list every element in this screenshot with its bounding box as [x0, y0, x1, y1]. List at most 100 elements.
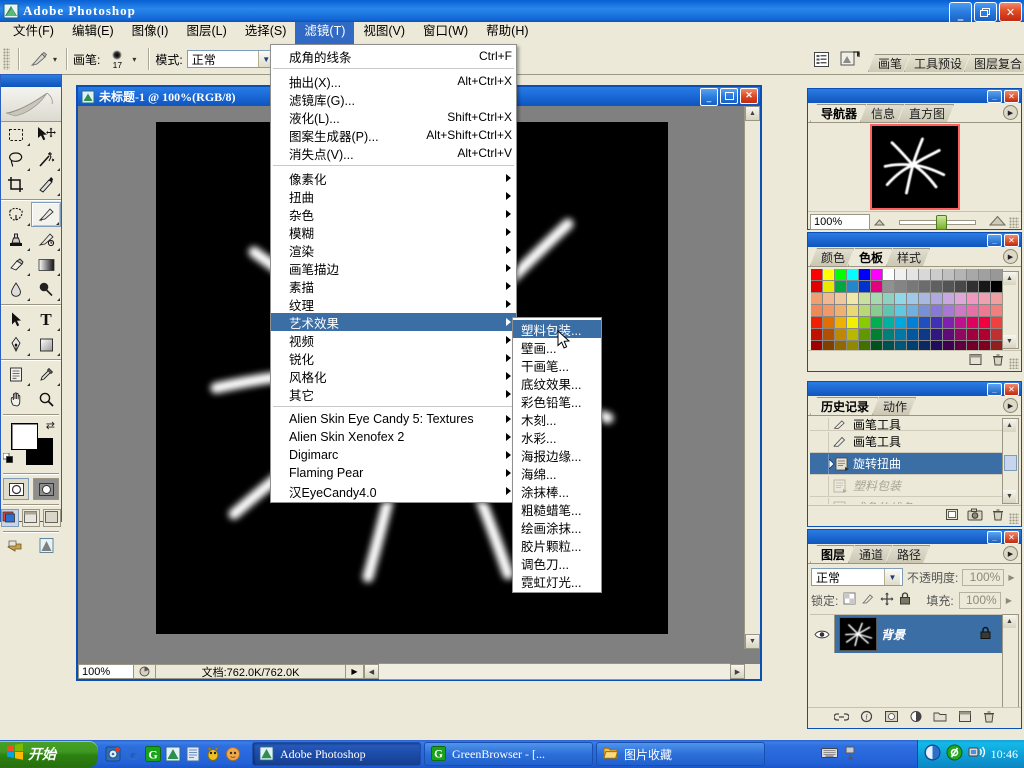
- submenu-item-poster-edges[interactable]: 海报边缘...: [513, 446, 601, 464]
- swatches-palette-menu-button[interactable]: ▶: [1003, 249, 1018, 264]
- menu-image[interactable]: 图像(I): [123, 22, 178, 44]
- navigator-zoom-slider[interactable]: [889, 214, 986, 230]
- menu-item-blur[interactable]: 模糊: [271, 223, 516, 241]
- history-resize-grip[interactable]: [1009, 513, 1019, 524]
- history-snapshot-checkbox[interactable]: [810, 418, 829, 430]
- color-swatch[interactable]: [895, 329, 907, 341]
- swatches-palette-titlebar[interactable]: _ ✕: [808, 233, 1021, 247]
- opacity-input[interactable]: 100%: [962, 568, 1005, 586]
- color-swatch[interactable]: [859, 329, 871, 341]
- color-swatch[interactable]: [859, 305, 871, 317]
- zoom-out-icon[interactable]: [873, 215, 886, 229]
- qq-icon[interactable]: [225, 746, 241, 762]
- toolbox-titlebar[interactable]: [1, 75, 61, 87]
- history-snapshot-checkbox[interactable]: [810, 453, 829, 474]
- slice-tool[interactable]: [31, 172, 61, 197]
- color-swatch[interactable]: [943, 329, 955, 341]
- history-scroll-down-button[interactable]: ▼: [1003, 490, 1016, 503]
- clock-label[interactable]: 10:46: [991, 747, 1018, 762]
- submenu-item-smudge-stick[interactable]: 涂抹棒...: [513, 482, 601, 500]
- quick-mask-mode-button[interactable]: [33, 478, 59, 500]
- color-swatch[interactable]: [847, 317, 859, 329]
- color-swatch[interactable]: [823, 305, 835, 317]
- color-swatch[interactable]: [979, 305, 991, 317]
- color-swatch[interactable]: [919, 317, 931, 329]
- color-swatch[interactable]: [979, 329, 991, 341]
- fill-slider-arrow-icon[interactable]: ▶: [1006, 596, 1012, 605]
- color-swatch[interactable]: [883, 269, 895, 281]
- task-photoshop[interactable]: Adobe Photoshop: [252, 742, 421, 766]
- navigator-close-button[interactable]: ✕: [1004, 89, 1019, 103]
- color-swatch[interactable]: [967, 329, 979, 341]
- pen-tool[interactable]: [1, 332, 31, 357]
- navigator-minimize-button[interactable]: _: [987, 89, 1002, 103]
- color-swatch[interactable]: [859, 317, 871, 329]
- tab-paths[interactable]: 路径: [886, 545, 930, 563]
- navigator-thumbnail[interactable]: [869, 124, 960, 210]
- menu-item-flaming-pear[interactable]: Flaming Pear: [271, 464, 516, 482]
- chevron-down-icon[interactable]: ▼: [884, 569, 900, 585]
- color-swatch[interactable]: [943, 269, 955, 281]
- canvas-vertical-scrollbar[interactable]: ▲ ▼: [744, 106, 760, 649]
- history-snapshot-checkbox[interactable]: [810, 497, 829, 504]
- submenu-item-film-grain[interactable]: 胶片颗粒...: [513, 536, 601, 554]
- submenu-item-sponge[interactable]: 海绵...: [513, 464, 601, 482]
- healing-brush-tool[interactable]: [1, 202, 31, 227]
- current-tool-preset-picker[interactable]: ▾: [25, 48, 60, 70]
- color-swatch[interactable]: [847, 269, 859, 281]
- task-greenbrowser[interactable]: G GreenBrowser - [...: [424, 742, 593, 766]
- layer-row[interactable]: 背景: [810, 615, 1002, 653]
- color-swatch[interactable]: [871, 281, 883, 293]
- tab-color[interactable]: 颜色: [810, 248, 854, 266]
- history-minimize-button[interactable]: _: [987, 382, 1002, 396]
- swatches-scroll-up-button[interactable]: ▲: [1003, 272, 1016, 285]
- layer-style-icon[interactable]: f: [859, 710, 874, 726]
- swap-colors-icon[interactable]: ⇄: [46, 419, 55, 432]
- color-swatch[interactable]: [883, 305, 895, 317]
- color-swatch[interactable]: [871, 305, 883, 317]
- menu-item-video[interactable]: 视频: [271, 331, 516, 349]
- color-swatch[interactable]: [835, 269, 847, 281]
- color-swatch[interactable]: [919, 329, 931, 341]
- path-selection-tool[interactable]: [1, 307, 31, 332]
- new-snapshot-icon[interactable]: [967, 508, 983, 524]
- submenu-item-palette-knife[interactable]: 调色刀...: [513, 554, 601, 572]
- zoom-in-icon[interactable]: [988, 215, 1007, 229]
- color-swatch[interactable]: [835, 317, 847, 329]
- history-item-undone[interactable]: 塑料包装: [810, 475, 1002, 497]
- brush-tool[interactable]: [31, 202, 61, 227]
- color-swatch[interactable]: [811, 281, 823, 293]
- tab-info[interactable]: 信息: [860, 104, 904, 122]
- crop-tool[interactable]: [1, 172, 31, 197]
- gradient-tool[interactable]: [31, 252, 61, 277]
- hand-tool[interactable]: [1, 387, 31, 412]
- layers-palette-titlebar[interactable]: _ ✕: [808, 530, 1021, 544]
- submenu-item-cutout[interactable]: 木刻...: [513, 410, 601, 428]
- menu-item-sharpen[interactable]: 锐化: [271, 349, 516, 367]
- color-swatch[interactable]: [955, 293, 967, 305]
- menu-item-pattern-maker[interactable]: 图案生成器(P)... Alt+Shift+Ctrl+X: [271, 126, 516, 144]
- swatches-resize-grip[interactable]: [1009, 358, 1019, 369]
- antivirus-icon[interactable]: [946, 744, 963, 765]
- lock-position-icon[interactable]: [880, 592, 894, 609]
- zoom-level-input[interactable]: 100%: [78, 664, 134, 679]
- color-swatch[interactable]: [835, 293, 847, 305]
- history-item-selected[interactable]: 旋转扭曲: [810, 453, 1002, 475]
- navigator-resize-grip[interactable]: [1009, 216, 1019, 228]
- palette-well-tab-brushes[interactable]: 画笔: [868, 54, 910, 72]
- magic-wand-tool[interactable]: [31, 147, 61, 172]
- color-swatch[interactable]: [859, 281, 871, 293]
- start-button[interactable]: 开始: [0, 741, 98, 767]
- go-to-bridge-button[interactable]: [37, 537, 56, 557]
- color-swatch[interactable]: [907, 317, 919, 329]
- palette-well-tab-layer-comps[interactable]: 图层复合: [964, 54, 1024, 72]
- layers-scrollbar[interactable]: ▲: [1002, 614, 1019, 708]
- palette-well-toggle-button[interactable]: [810, 47, 834, 71]
- history-item[interactable]: 画笔工具: [810, 431, 1002, 453]
- fullscreen-mode-button[interactable]: [43, 509, 61, 527]
- color-swatch[interactable]: [907, 281, 919, 293]
- link-layers-icon[interactable]: [832, 711, 850, 726]
- color-swatch[interactable]: [931, 317, 943, 329]
- color-swatch[interactable]: [895, 281, 907, 293]
- eyedropper-tool[interactable]: [31, 362, 61, 387]
